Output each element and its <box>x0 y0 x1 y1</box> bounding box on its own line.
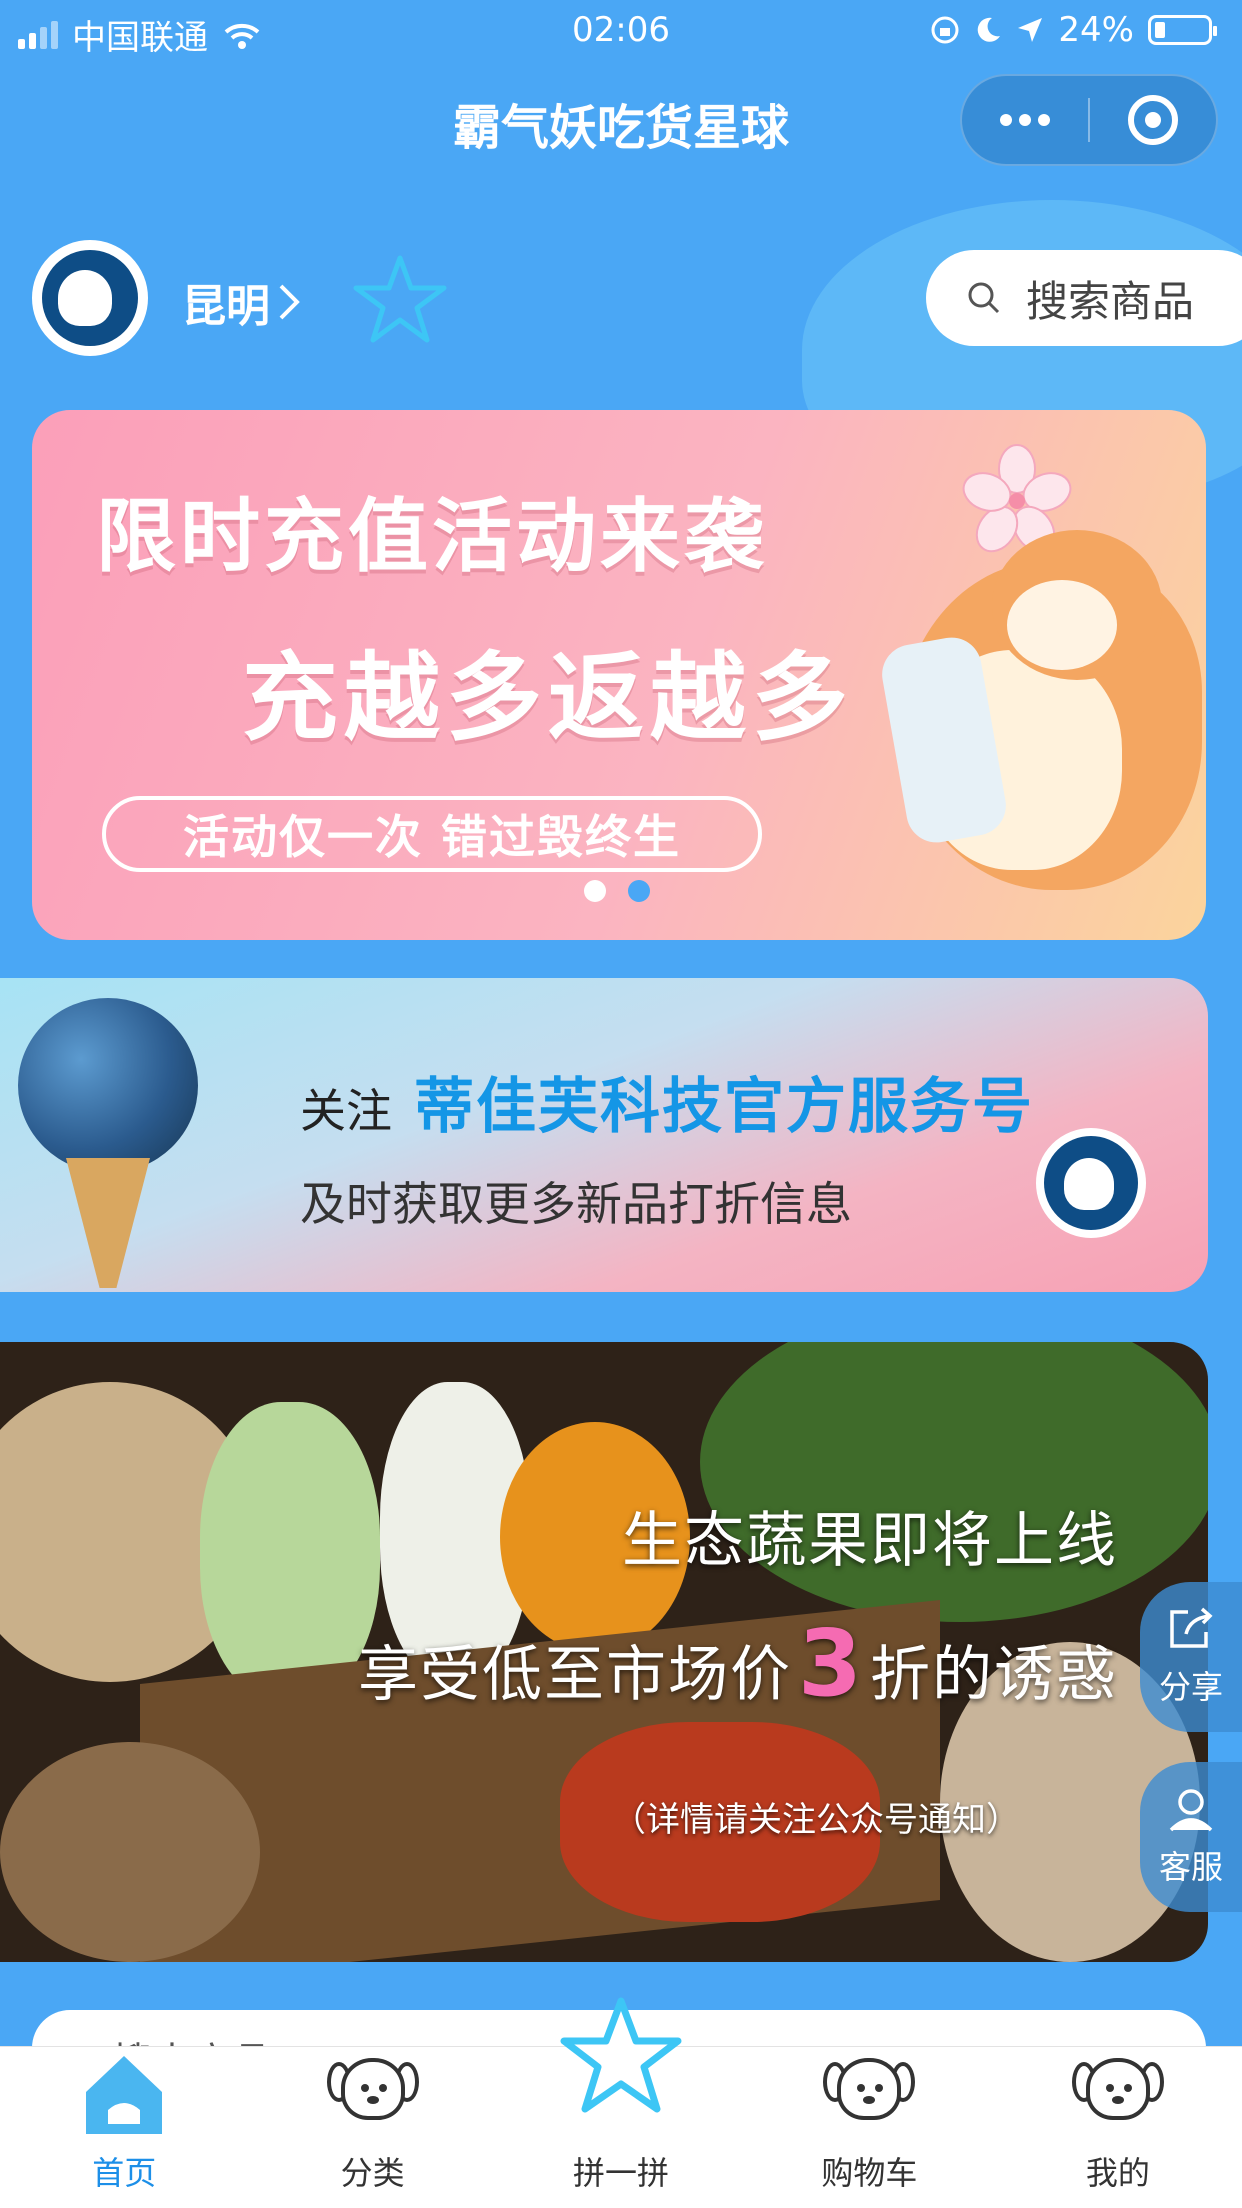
more-dots-icon <box>1000 114 1050 126</box>
tab-profile[interactable]: 我的 <box>994 2047 1242 2208</box>
follow-account-card[interactable]: 关注 蒂佳芙科技官方服务号 及时获取更多新品打折信息 <box>0 978 1208 1292</box>
customer-service-label: 客服 <box>1158 1848 1223 1886</box>
battery-percent: 24% <box>1058 10 1134 50</box>
status-right: 24% <box>930 10 1217 50</box>
miniprogram-capsule <box>960 74 1218 166</box>
share-label: 分享 <box>1158 1668 1223 1706</box>
customer-service-button[interactable]: 客服 <box>1140 1762 1242 1912</box>
avatar[interactable] <box>32 240 148 356</box>
tab-home-label: 首页 <box>92 2154 157 2192</box>
follow-prefix: 关注 <box>300 1084 392 1138</box>
cart-dog-icon <box>823 2048 916 2140</box>
search-icon <box>968 282 1000 314</box>
carousel-dot[interactable] <box>628 880 650 902</box>
close-miniprogram-button[interactable] <box>1090 76 1216 164</box>
share-button[interactable]: 分享 <box>1140 1582 1242 1732</box>
home-icon <box>86 2056 163 2134</box>
city-label: 昆明 <box>182 281 270 332</box>
tab-group-buy[interactable]: 拼一拼 <box>497 1997 745 2208</box>
tab-home[interactable]: 首页 <box>0 2047 248 2208</box>
star-decoration-icon <box>353 255 447 343</box>
follow-headline: 关注 蒂佳芙科技官方服务号 <box>300 1058 1034 1145</box>
lock-rotation-icon <box>931 16 959 44</box>
veg-discount-pre: 享受低至市场价 <box>357 1640 792 1710</box>
mushrooms-left <box>0 1742 260 1962</box>
city-selector[interactable]: 昆明 <box>182 270 302 334</box>
veg-discount-line: 享受低至市场价 3 折的诱惑 <box>358 1610 1118 1717</box>
tab-cart[interactable]: 购物车 <box>745 2047 993 2208</box>
veg-discount-number: 3 <box>797 1610 864 1717</box>
account-name: 蒂佳芙科技官方服务号 <box>414 1072 1034 1142</box>
tab-category-label: 分类 <box>340 2154 405 2192</box>
recharge-banner[interactable]: 限时充值活动来袭 充越多返越多 活动仅一次 错过毁终生 <box>32 410 1206 940</box>
banner-tagline: 活动仅一次 错过毁终生 <box>102 796 762 872</box>
banner-headline: 限时充值活动来袭 <box>96 490 768 583</box>
carousel-dot[interactable] <box>584 880 606 902</box>
tab-group-buy-label: 拼一拼 <box>573 2154 670 2192</box>
target-circle-icon <box>1128 95 1178 145</box>
location-arrow-icon <box>1018 18 1043 42</box>
search-input[interactable]: 搜索商品 <box>926 250 1242 346</box>
battery-icon <box>1148 15 1217 45</box>
search-placeholder: 搜索商品 <box>1026 276 1195 326</box>
corgi-face <box>1007 580 1117 670</box>
icecream-cone <box>66 1158 150 1288</box>
status-bar: 中国联通 02:06 24% <box>0 0 1242 60</box>
carousel-indicator <box>584 880 650 902</box>
star-icon <box>560 1997 682 2113</box>
veg-headline: 生态蔬果即将上线 <box>622 1506 1118 1576</box>
more-button[interactable] <box>962 76 1088 164</box>
account-avatar <box>1036 1128 1146 1238</box>
moon-icon <box>978 17 1001 42</box>
greens-illustration <box>700 1342 1208 1622</box>
share-icon <box>1170 1607 1213 1648</box>
customer-service-icon <box>1169 1789 1213 1832</box>
follow-subtitle: 及时获取更多新品打折信息 <box>300 1177 852 1231</box>
tab-cart-label: 购物车 <box>821 2154 918 2192</box>
globe-icecream-illustration <box>18 998 198 1173</box>
profile-dog-icon <box>1071 2048 1164 2140</box>
banner-subheadline: 充越多返越多 <box>242 642 854 754</box>
squash-illustration <box>200 1402 380 1702</box>
tab-bar: 首页 分类 拼一拼 购物车 我的 <box>0 1997 1242 2208</box>
vegetables-promo-card[interactable]: 生态蔬果即将上线 享受低至市场价 3 折的诱惑 （详情请关注公众号通知） <box>0 1342 1208 1962</box>
tab-profile-label: 我的 <box>1085 2154 1150 2192</box>
category-dog-icon <box>326 2048 419 2140</box>
tab-category[interactable]: 分类 <box>248 2047 496 2208</box>
veg-discount-post: 折的诱惑 <box>870 1640 1118 1710</box>
veg-note: （详情请关注公众号通知） <box>612 1800 1020 1840</box>
chevron-right-icon <box>279 284 300 320</box>
